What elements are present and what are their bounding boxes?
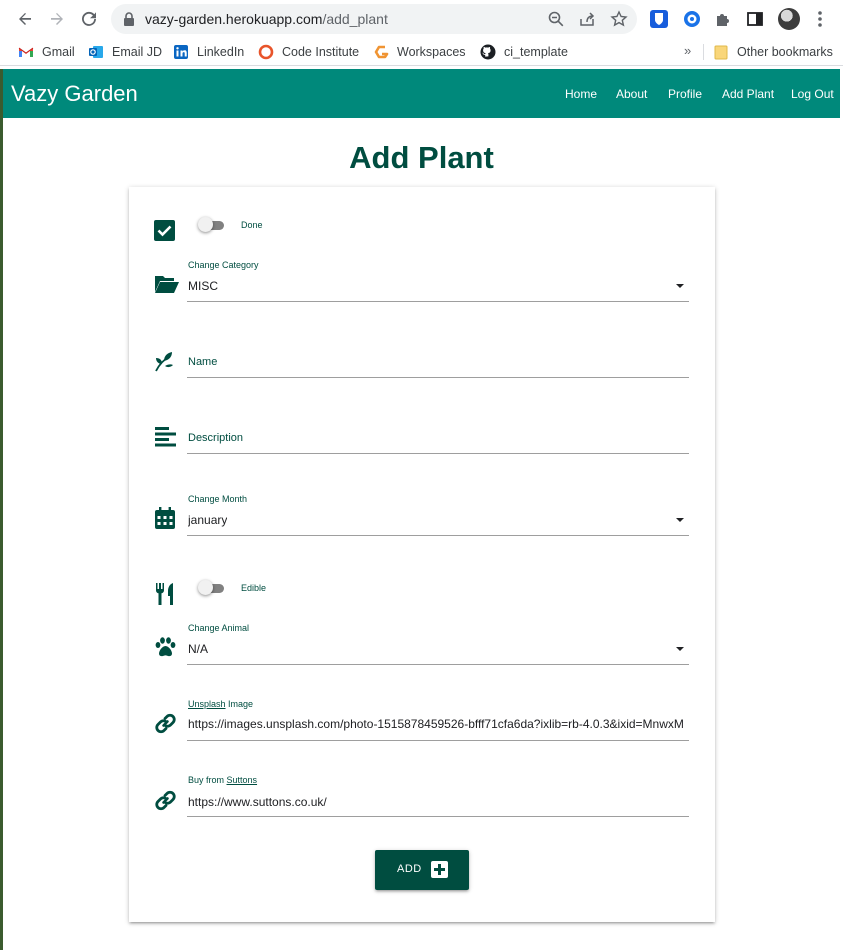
- nav-link-about[interactable]: About: [616, 87, 647, 101]
- star-icon[interactable]: [610, 10, 628, 28]
- bookmarks-bar: Gmail Email JD LinkedIn Code Institute W…: [0, 38, 843, 66]
- browser-toolbar: vazy-garden.herokuapp.com/add_plant: [0, 0, 843, 38]
- paw-icon: [155, 637, 176, 657]
- add-button-label: ADD: [397, 863, 422, 875]
- suttons-link[interactable]: Suttons: [227, 775, 258, 785]
- bookmarks-overflow-button[interactable]: »: [684, 43, 691, 58]
- bookmark-workspaces[interactable]: Workspaces: [373, 43, 466, 61]
- code-institute-icon: [258, 44, 274, 60]
- name-input[interactable]: Name: [188, 356, 217, 368]
- privacy-extension-icon[interactable]: [682, 9, 702, 29]
- nav-link-home[interactable]: Home: [565, 87, 597, 101]
- align-left-icon: [155, 427, 176, 447]
- address-bar[interactable]: vazy-garden.herokuapp.com/add_plant: [111, 4, 637, 34]
- month-dropdown-caret-icon[interactable]: [676, 518, 684, 522]
- zoom-icon[interactable]: [547, 10, 565, 28]
- workspaces-icon: [373, 44, 389, 60]
- buy-underline: [187, 816, 689, 817]
- category-underline: [187, 301, 689, 302]
- page-title: Add Plant: [349, 140, 494, 175]
- link-icon: [154, 789, 177, 812]
- bookmark-ci-template[interactable]: ci_template: [480, 43, 568, 61]
- add-button[interactable]: ADD: [375, 850, 469, 890]
- animal-underline: [187, 664, 689, 665]
- gmail-icon: [18, 44, 34, 60]
- description-input[interactable]: Description: [188, 432, 243, 444]
- month-underline: [187, 535, 689, 536]
- plus-square-icon: [431, 861, 448, 878]
- utensils-icon: [155, 583, 174, 605]
- animal-select[interactable]: N/A: [188, 642, 208, 656]
- site-navbar: Vazy Garden Home About Profile Add Plant…: [3, 69, 840, 118]
- side-panel-icon[interactable]: [745, 9, 765, 29]
- image-url-input[interactable]: https://images.unsplash.com/photo-151587…: [188, 717, 689, 731]
- forward-arrow-icon[interactable]: [47, 9, 67, 29]
- done-label: Done: [241, 220, 263, 230]
- bookmark-email-jd[interactable]: Email JD: [88, 43, 162, 61]
- profile-avatar[interactable]: [778, 8, 800, 30]
- bookmark-other-bookmarks[interactable]: Other bookmarks: [713, 43, 833, 61]
- menu-kebab-icon[interactable]: [812, 9, 828, 29]
- month-select[interactable]: january: [188, 513, 227, 527]
- category-select[interactable]: MISC: [188, 279, 218, 293]
- category-dropdown-caret-icon[interactable]: [676, 284, 684, 288]
- unsplash-link[interactable]: Unsplash: [188, 699, 226, 709]
- name-underline: [187, 377, 689, 378]
- share-icon[interactable]: [578, 10, 596, 28]
- animal-label: Change Animal: [188, 623, 250, 633]
- outlook-icon: [88, 44, 104, 60]
- nav-link-log-out[interactable]: Log Out: [791, 87, 834, 101]
- buy-label: Buy from Suttons: [188, 775, 258, 785]
- folder-icon: [713, 44, 729, 60]
- github-icon: [480, 44, 496, 60]
- done-switch[interactable]: [198, 216, 226, 234]
- edible-label: Edible: [241, 583, 267, 593]
- link-icon: [154, 712, 177, 735]
- nav-link-profile[interactable]: Profile: [668, 87, 702, 101]
- bookmark-gmail[interactable]: Gmail: [18, 43, 75, 61]
- image-underline: [187, 740, 689, 741]
- description-underline: [187, 453, 689, 454]
- brand-logo[interactable]: Vazy Garden: [11, 81, 138, 107]
- leaf-icon: [154, 350, 174, 372]
- add-plant-form-card: [129, 187, 715, 922]
- category-label: Change Category: [188, 260, 259, 270]
- edible-switch[interactable]: [198, 579, 226, 597]
- url-text: vazy-garden.herokuapp.com/add_plant: [145, 11, 388, 27]
- lock-icon: [121, 11, 137, 27]
- extensions-puzzle-icon[interactable]: [713, 9, 733, 29]
- checkbox-checked-icon: [154, 220, 175, 241]
- bookmark-code-institute[interactable]: Code Institute: [258, 43, 359, 61]
- image-label: Unsplash Image: [188, 699, 254, 709]
- window-edge: [0, 69, 3, 950]
- month-label: Change Month: [188, 494, 248, 504]
- buy-url-input[interactable]: https://www.suttons.co.uk/: [188, 795, 327, 809]
- nav-link-add-plant[interactable]: Add Plant: [722, 87, 774, 101]
- reload-icon[interactable]: [79, 9, 99, 29]
- back-arrow-icon[interactable]: [15, 9, 35, 29]
- linkedin-icon: [173, 44, 189, 60]
- folder-open-icon: [154, 274, 180, 294]
- calendar-icon: [155, 507, 175, 529]
- bookmarks-divider: [703, 44, 704, 60]
- bitwarden-extension-icon[interactable]: [649, 9, 669, 29]
- animal-dropdown-caret-icon[interactable]: [676, 647, 684, 651]
- bookmark-linkedin[interactable]: LinkedIn: [173, 43, 244, 61]
